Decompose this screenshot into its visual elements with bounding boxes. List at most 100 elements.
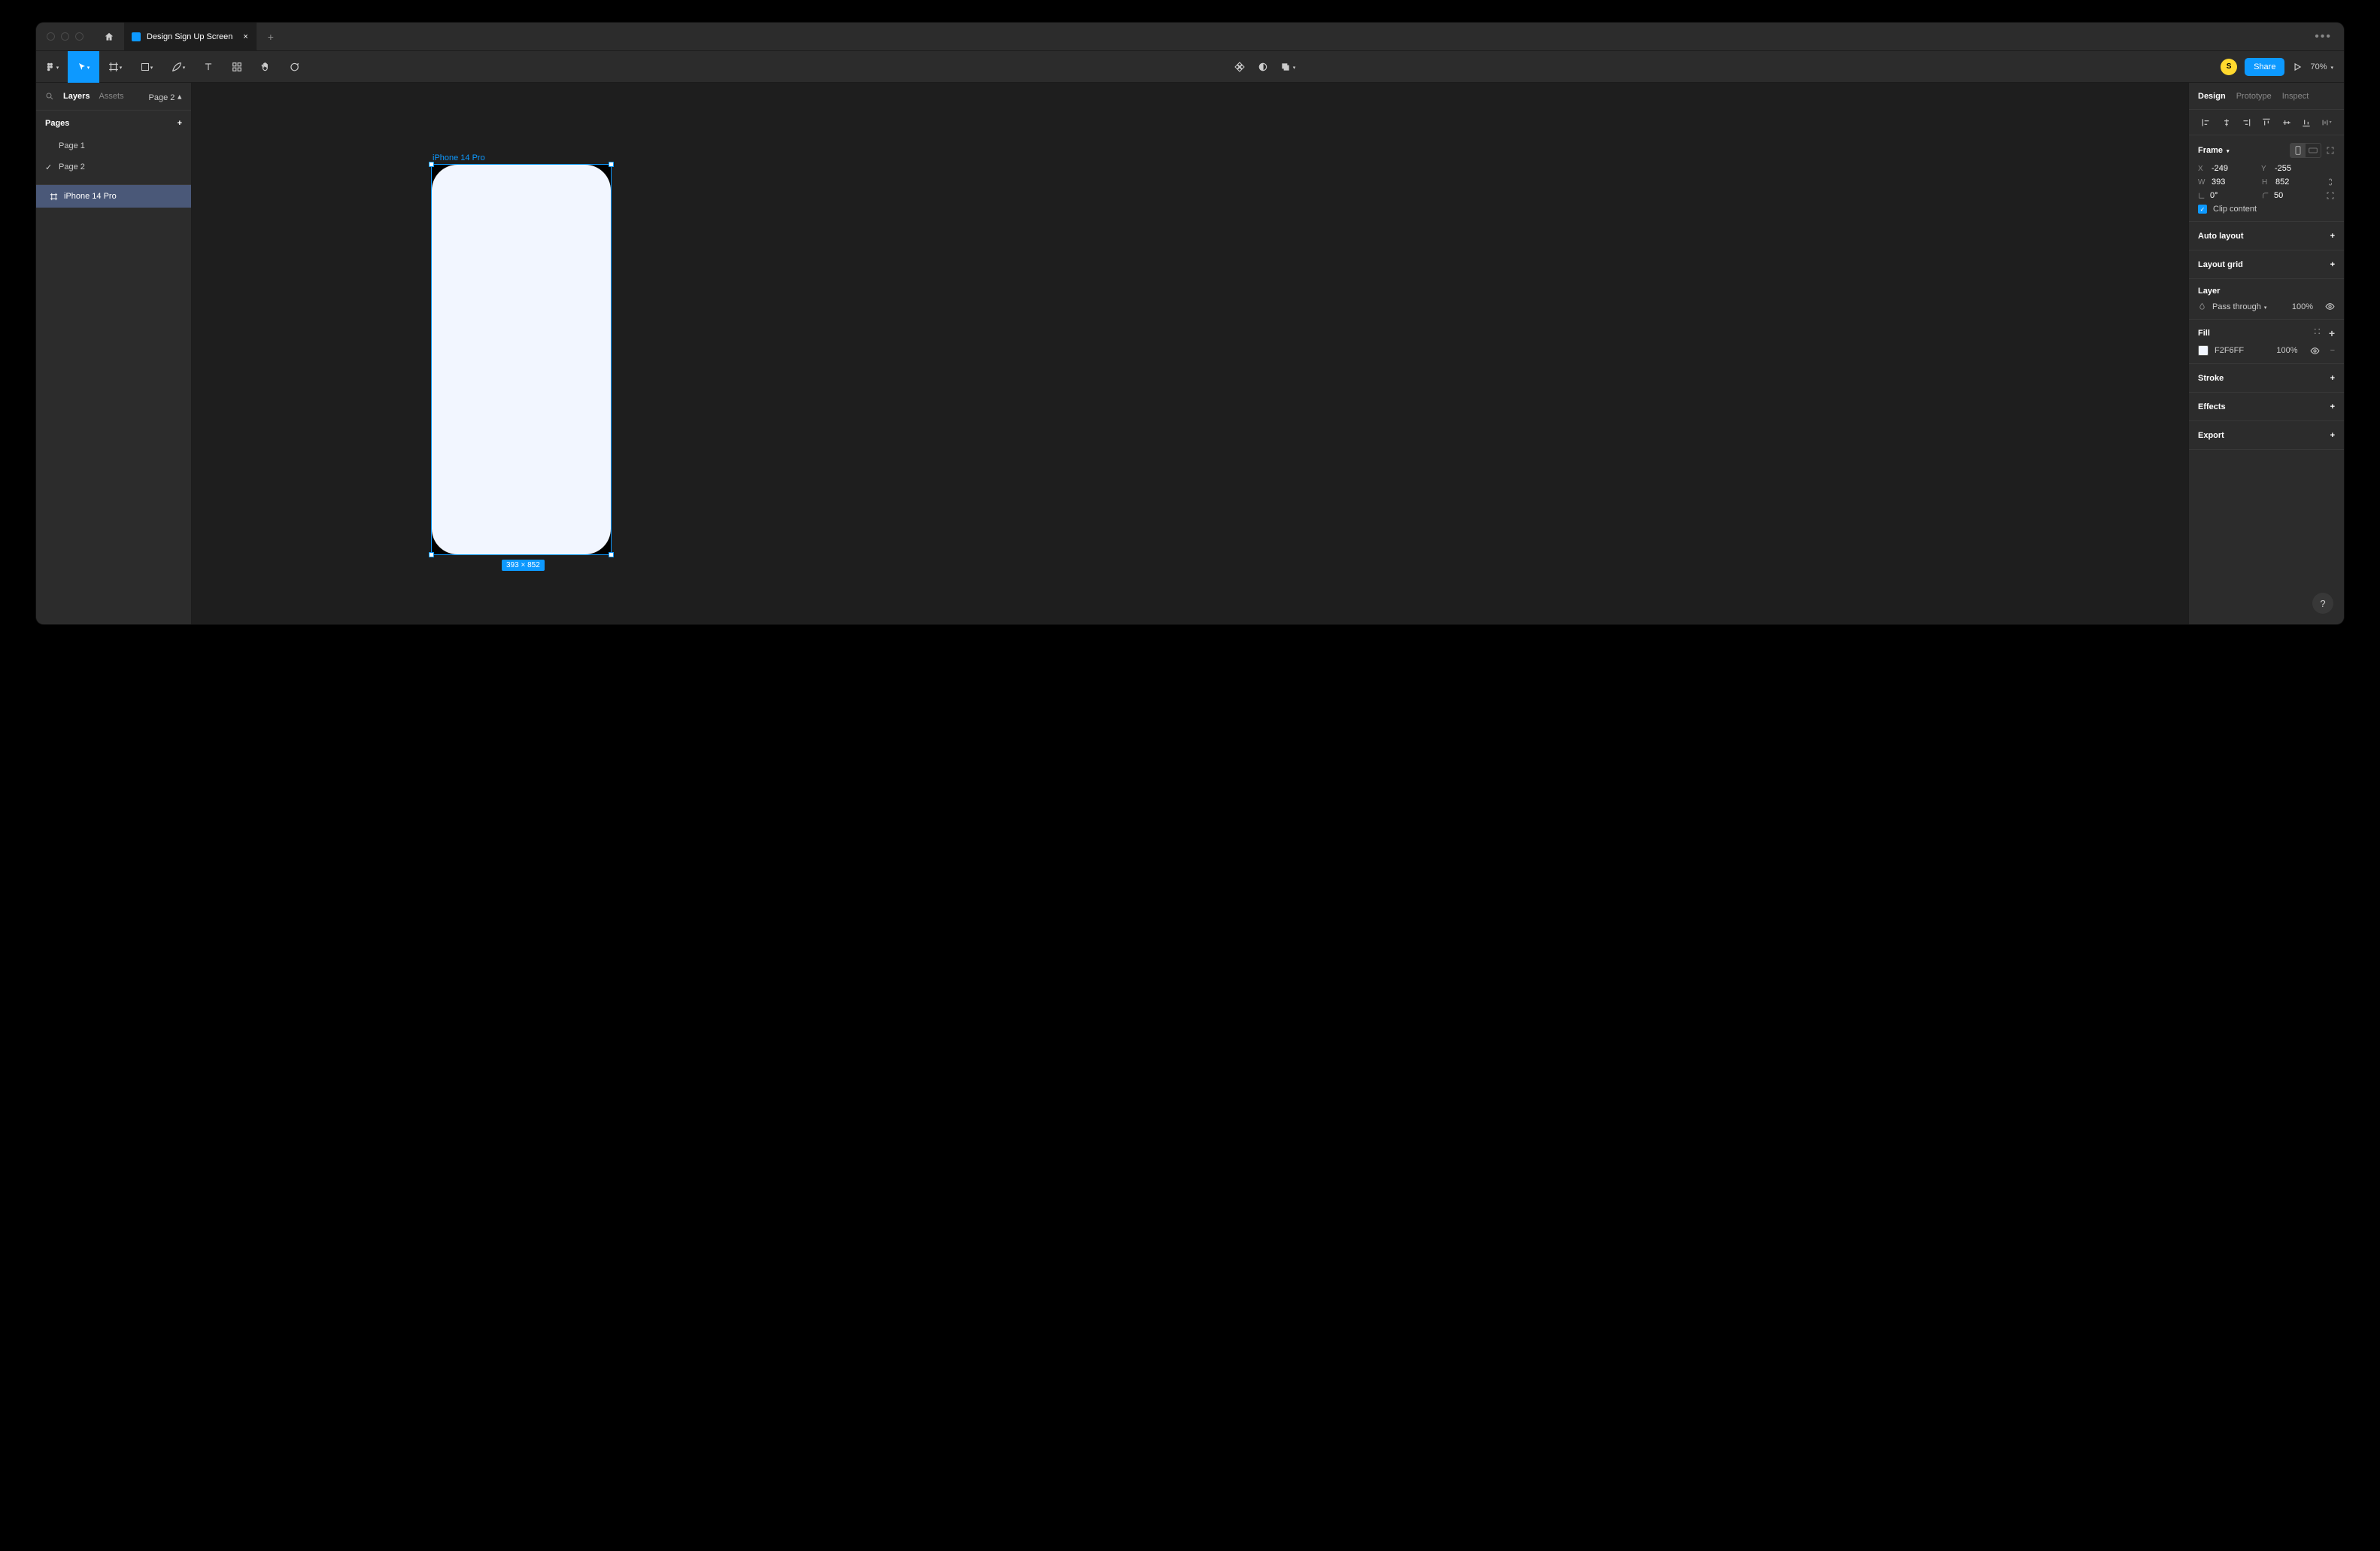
text-icon xyxy=(203,62,214,72)
layout-grid-section[interactable]: Layout grid + xyxy=(2189,250,2344,279)
add-page-button[interactable]: + xyxy=(178,119,182,128)
assets-tab[interactable]: Assets xyxy=(99,92,123,101)
effects-section[interactable]: Effects + xyxy=(2189,393,2344,421)
resize-to-fit-icon[interactable] xyxy=(2326,146,2335,155)
chevron-down-icon: ▾ xyxy=(178,93,182,102)
layer-item-iphone14pro[interactable]: iPhone 14 Pro xyxy=(36,185,191,208)
traffic-zoom-icon[interactable] xyxy=(75,32,83,41)
boolean-button[interactable]: ▾ xyxy=(1280,62,1296,72)
close-tab-icon[interactable]: × xyxy=(243,32,247,41)
landscape-icon[interactable] xyxy=(2306,144,2321,157)
add-export-icon[interactable]: + xyxy=(2330,431,2335,440)
chevron-down-icon: ▾ xyxy=(183,65,186,71)
rotation-field[interactable]: 0° xyxy=(2198,191,2256,200)
add-effect-icon[interactable]: + xyxy=(2330,402,2335,411)
page-item-page2[interactable]: ✓ Page 2 xyxy=(36,156,191,178)
frame-label[interactable]: iPhone 14 Pro xyxy=(433,153,485,162)
present-button[interactable] xyxy=(2292,62,2303,72)
clip-content-checkbox[interactable]: Clip content xyxy=(2198,205,2335,214)
frame-section-label[interactable]: Frame xyxy=(2198,146,2223,155)
zoom-control[interactable]: 70% ▾ xyxy=(2310,62,2333,71)
fill-section: Fill + F2F6FF 100% − xyxy=(2189,320,2344,364)
y-field[interactable]: Y-255 xyxy=(2261,164,2318,173)
align-left-icon[interactable] xyxy=(2201,117,2212,128)
user-avatar[interactable]: S xyxy=(2221,59,2237,75)
chevron-down-icon: ▾ xyxy=(87,65,90,71)
remove-fill-icon[interactable]: − xyxy=(2330,346,2335,355)
x-field[interactable]: X-249 xyxy=(2198,164,2255,173)
frame-icon xyxy=(50,193,58,201)
resources-tool-button[interactable] xyxy=(223,51,251,83)
height-field[interactable]: H852 xyxy=(2262,178,2320,187)
main-menu-button[interactable]: ▾ xyxy=(36,51,68,83)
file-tab[interactable]: Design Sign Up Screen × xyxy=(124,23,257,51)
canvas[interactable]: iPhone 14 Pro 393 × 852 xyxy=(192,83,2188,624)
layers-tab[interactable]: Layers xyxy=(63,92,90,101)
traffic-minimize-icon[interactable] xyxy=(61,32,69,41)
comment-tool-button[interactable] xyxy=(280,51,308,83)
new-tab-button[interactable]: + xyxy=(257,31,285,43)
design-tab[interactable]: Design xyxy=(2198,92,2226,101)
inspect-tab[interactable]: Inspect xyxy=(2282,92,2309,101)
constrain-proportions-icon[interactable] xyxy=(2326,178,2335,187)
page-selector[interactable]: Page 2 ▾ xyxy=(149,91,182,102)
resize-handle-se[interactable] xyxy=(609,552,614,557)
eye-icon[interactable] xyxy=(2325,302,2335,311)
shape-tool-button[interactable]: ▾ xyxy=(131,51,162,83)
corner-radius-field[interactable]: 50 xyxy=(2262,191,2320,200)
add-auto-layout-icon[interactable]: + xyxy=(2330,232,2335,241)
share-button[interactable]: Share xyxy=(2245,58,2284,76)
independent-corners-icon[interactable] xyxy=(2326,191,2335,200)
component-actions-button[interactable] xyxy=(1234,61,1246,73)
resize-handle-sw[interactable] xyxy=(429,552,434,557)
search-icon[interactable] xyxy=(45,92,54,101)
chevron-down-icon: ▾ xyxy=(2227,148,2230,154)
add-stroke-icon[interactable]: + xyxy=(2330,374,2335,383)
dimension-badge: 393 × 852 xyxy=(502,560,545,571)
figma-logo-icon xyxy=(45,62,56,72)
stroke-section[interactable]: Stroke + xyxy=(2189,364,2344,393)
right-panel: Design Prototype Inspect ▾ Frame ▾ xyxy=(2188,83,2344,624)
add-fill-icon[interactable]: + xyxy=(2329,327,2335,339)
add-layout-grid-icon[interactable]: + xyxy=(2330,260,2335,269)
portrait-icon[interactable] xyxy=(2290,144,2306,157)
fill-swatch[interactable] xyxy=(2198,345,2208,356)
blend-mode-select[interactable]: Pass through▾ xyxy=(2212,302,2266,311)
fill-opacity-field[interactable]: 100% xyxy=(2276,346,2297,355)
move-tool-button[interactable]: ▾ xyxy=(68,51,99,83)
align-top-icon[interactable] xyxy=(2261,117,2272,128)
auto-layout-section[interactable]: Auto layout + xyxy=(2189,222,2344,250)
page-item-page1[interactable]: Page 1 xyxy=(36,135,191,156)
align-hcenter-icon[interactable] xyxy=(2221,117,2232,128)
prototype-tab[interactable]: Prototype xyxy=(2236,92,2272,101)
checkbox-icon xyxy=(2198,205,2207,214)
style-icon[interactable] xyxy=(2313,327,2321,335)
text-tool-button[interactable] xyxy=(194,51,223,83)
selected-frame[interactable] xyxy=(431,164,612,555)
eye-icon[interactable] xyxy=(2310,346,2320,356)
hand-tool-button[interactable] xyxy=(251,51,280,83)
mask-button[interactable] xyxy=(1258,62,1268,72)
orientation-toggle[interactable] xyxy=(2290,143,2321,158)
more-menu-icon[interactable]: ••• xyxy=(2303,30,2344,44)
export-section[interactable]: Export + xyxy=(2189,421,2344,450)
help-button[interactable]: ? xyxy=(2312,593,2333,614)
left-panel: Layers Assets Page 2 ▾ Pages + Page 1 ✓ … xyxy=(36,83,192,624)
layer-opacity-field[interactable]: 100% xyxy=(2292,302,2313,311)
frame-tool-button[interactable]: ▾ xyxy=(99,51,131,83)
fill-hex-field[interactable]: F2F6FF xyxy=(2215,346,2244,355)
align-vcenter-icon[interactable] xyxy=(2281,117,2292,128)
alignment-controls: ▾ xyxy=(2189,110,2344,135)
align-right-icon[interactable] xyxy=(2241,117,2251,128)
distribute-icon[interactable]: ▾ xyxy=(2321,117,2332,128)
blend-mode-icon[interactable] xyxy=(2198,302,2206,311)
home-tab[interactable] xyxy=(94,23,124,51)
resize-handle-nw[interactable] xyxy=(429,162,434,167)
width-field[interactable]: W393 xyxy=(2198,178,2256,187)
resize-handle-ne[interactable] xyxy=(609,162,614,167)
align-bottom-icon[interactable] xyxy=(2301,117,2312,128)
chevron-down-icon: ▾ xyxy=(2330,65,2333,71)
pen-tool-button[interactable]: ▾ xyxy=(162,51,194,83)
traffic-close-icon[interactable] xyxy=(47,32,55,41)
pages-header: Pages + xyxy=(36,110,191,135)
